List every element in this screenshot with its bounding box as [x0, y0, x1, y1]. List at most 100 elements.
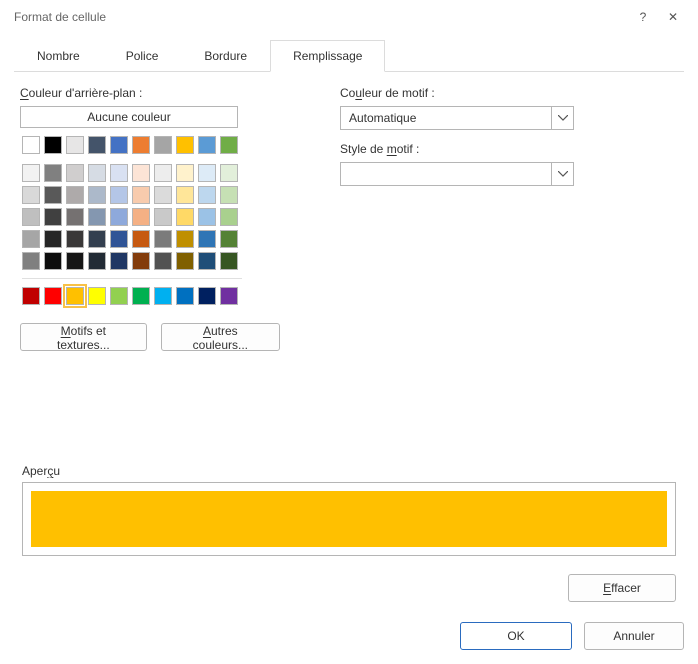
pattern-style-combo[interactable] [340, 162, 574, 186]
chevron-down-icon[interactable] [551, 107, 573, 129]
more-colors-button[interactable]: Autres couleurs... [161, 323, 280, 351]
tab-nombre[interactable]: Nombre [14, 40, 103, 72]
color-swatch[interactable] [132, 230, 150, 248]
color-swatch[interactable] [88, 208, 106, 226]
color-swatch[interactable] [110, 287, 128, 305]
color-swatch[interactable] [132, 287, 150, 305]
pattern-style-value [341, 163, 551, 185]
color-swatch[interactable] [220, 230, 238, 248]
color-swatch[interactable] [132, 252, 150, 270]
close-button[interactable]: ✕ [658, 2, 688, 32]
color-swatch[interactable] [198, 230, 216, 248]
color-swatch[interactable] [176, 287, 194, 305]
color-swatch[interactable] [154, 186, 172, 204]
color-swatch[interactable] [176, 230, 194, 248]
color-swatch[interactable] [132, 136, 150, 154]
color-swatch[interactable] [22, 287, 40, 305]
color-swatch[interactable] [88, 136, 106, 154]
dialog-footer: OK Annuler [460, 622, 684, 650]
color-swatch[interactable] [22, 252, 40, 270]
color-swatch[interactable] [22, 230, 40, 248]
fill-effects-button[interactable]: Motifs et textures... [20, 323, 147, 351]
color-swatch[interactable] [198, 287, 216, 305]
tab-police[interactable]: Police [103, 40, 182, 72]
color-swatch[interactable] [66, 252, 84, 270]
clear-button[interactable]: Effacer [568, 574, 676, 602]
color-swatch[interactable] [44, 208, 62, 226]
standard-color-row [20, 285, 245, 307]
color-swatch[interactable] [154, 208, 172, 226]
title-bar: Format de cellule ? ✕ [0, 0, 698, 34]
tab-strip: NombrePoliceBordureRemplissage [14, 40, 684, 72]
color-swatch[interactable] [220, 208, 238, 226]
color-swatch[interactable] [220, 287, 238, 305]
color-swatch[interactable] [198, 136, 216, 154]
color-swatch[interactable] [44, 252, 62, 270]
color-swatch[interactable] [22, 208, 40, 226]
color-swatch[interactable] [176, 252, 194, 270]
bgcolor-label: Couleur d'arrière-plan : [20, 86, 280, 100]
color-swatch[interactable] [198, 164, 216, 182]
color-swatch[interactable] [198, 208, 216, 226]
color-swatch[interactable] [176, 208, 194, 226]
color-swatch[interactable] [88, 287, 106, 305]
color-swatch[interactable] [154, 287, 172, 305]
tab-bordure[interactable]: Bordure [181, 40, 270, 72]
color-swatch[interactable] [198, 186, 216, 204]
color-swatch[interactable] [88, 164, 106, 182]
color-swatch[interactable] [176, 164, 194, 182]
color-swatch[interactable] [88, 230, 106, 248]
color-swatch[interactable] [110, 252, 128, 270]
color-swatch[interactable] [110, 164, 128, 182]
color-swatch[interactable] [110, 136, 128, 154]
color-swatch[interactable] [88, 186, 106, 204]
color-swatch[interactable] [44, 230, 62, 248]
ok-button[interactable]: OK [460, 622, 572, 650]
color-swatch[interactable] [176, 136, 194, 154]
color-swatch[interactable] [132, 208, 150, 226]
color-swatch[interactable] [66, 186, 84, 204]
color-swatch[interactable] [220, 186, 238, 204]
color-swatch[interactable] [22, 136, 40, 154]
separator [22, 278, 242, 279]
chevron-down-icon[interactable] [551, 163, 573, 185]
color-swatch[interactable] [66, 230, 84, 248]
color-swatch[interactable] [66, 136, 84, 154]
color-swatch[interactable] [44, 287, 62, 305]
preview-label: Aperçu [22, 464, 676, 478]
color-swatch[interactable] [44, 186, 62, 204]
color-swatch[interactable] [154, 252, 172, 270]
color-swatch[interactable] [132, 186, 150, 204]
color-swatch[interactable] [110, 186, 128, 204]
color-swatch[interactable] [132, 164, 150, 182]
color-swatch[interactable] [22, 186, 40, 204]
color-swatch[interactable] [154, 230, 172, 248]
color-swatch[interactable] [176, 186, 194, 204]
color-swatch[interactable] [44, 164, 62, 182]
color-swatch[interactable] [22, 164, 40, 182]
pattern-color-label: Couleur de motif : [340, 86, 574, 100]
color-swatch[interactable] [66, 164, 84, 182]
preview-box [22, 482, 676, 556]
color-swatch[interactable] [88, 252, 106, 270]
color-swatch[interactable] [44, 136, 62, 154]
theme-color-row [20, 134, 245, 156]
color-swatch[interactable] [220, 252, 238, 270]
color-swatch[interactable] [198, 252, 216, 270]
window-title: Format de cellule [14, 10, 628, 24]
pattern-color-combo[interactable]: Automatique [340, 106, 574, 130]
help-button[interactable]: ? [628, 2, 658, 32]
color-swatch[interactable] [110, 230, 128, 248]
preview-swatch [31, 491, 667, 547]
no-color-button[interactable]: Aucune couleur [20, 106, 238, 128]
color-swatch[interactable] [66, 287, 84, 305]
color-swatch[interactable] [66, 208, 84, 226]
color-swatch[interactable] [220, 136, 238, 154]
color-swatch[interactable] [110, 208, 128, 226]
color-swatch[interactable] [154, 164, 172, 182]
color-swatch[interactable] [220, 164, 238, 182]
color-swatch[interactable] [154, 136, 172, 154]
tab-remplissage[interactable]: Remplissage [270, 40, 385, 72]
cancel-button[interactable]: Annuler [584, 622, 684, 650]
pattern-color-value: Automatique [341, 107, 551, 129]
